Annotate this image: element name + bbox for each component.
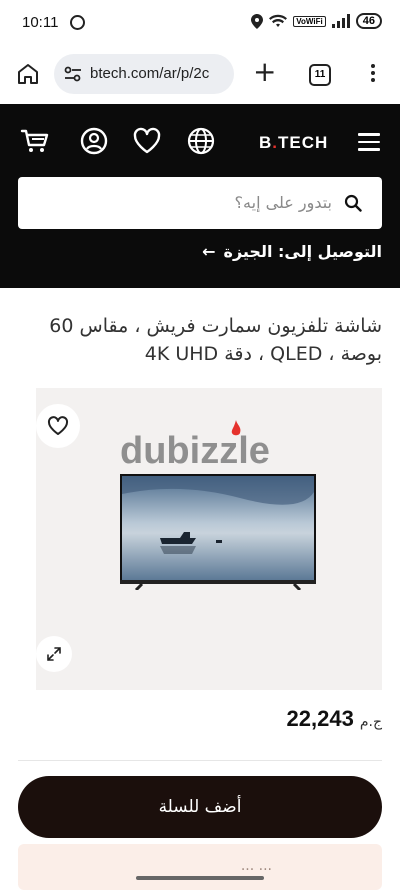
dubizzle-watermark: dubizzle xyxy=(120,430,270,472)
expand-icon xyxy=(47,647,61,661)
cart-icon[interactable] xyxy=(20,126,50,156)
delivery-location[interactable]: التوصيل إلى: الجيزة ← xyxy=(202,242,382,261)
expand-image-button[interactable] xyxy=(36,636,72,672)
home-icon[interactable] xyxy=(16,62,40,86)
wifi-icon xyxy=(269,14,288,27)
tab-switcher-button[interactable]: 11 xyxy=(309,64,331,86)
new-tab-button[interactable]: + xyxy=(253,58,276,86)
status-icons: VoWiFi 46 xyxy=(251,13,382,29)
address-bar[interactable]: btech.com/ar/p/2c xyxy=(54,54,234,94)
heart-icon[interactable] xyxy=(132,126,162,156)
browser-toolbar: btech.com/ar/p/2c + 11 xyxy=(0,46,400,104)
heart-icon xyxy=(47,416,69,435)
site-settings-icon[interactable] xyxy=(64,66,82,82)
delivery-text: التوصيل إلى: الجيزة xyxy=(223,242,383,261)
product-price: ج.م 22,243 xyxy=(287,706,382,732)
hamburger-icon[interactable] xyxy=(358,133,380,156)
search-input[interactable]: بتدور على إيه؟ xyxy=(18,177,382,229)
account-icon[interactable] xyxy=(79,126,109,156)
status-bar: 10:11 VoWiFi 46 xyxy=(0,0,400,46)
arrow-left-icon: ← xyxy=(202,242,216,261)
bottom-banner-text: ... ... xyxy=(240,858,272,874)
signal-icon xyxy=(331,14,350,28)
bottom-banner: ... ... xyxy=(18,844,382,890)
site-header: B.TECH بتدور على إيه؟ التوصيل إلى: الجيز… xyxy=(0,104,400,288)
btech-logo[interactable]: B.TECH xyxy=(259,133,328,153)
globe-icon[interactable] xyxy=(186,126,216,156)
search-icon[interactable] xyxy=(344,194,362,212)
price-currency: ج.م xyxy=(359,714,382,730)
product-image-gallery[interactable]: dubizzle xyxy=(36,388,382,690)
gesture-bar xyxy=(136,876,264,880)
divider xyxy=(18,760,382,761)
price-value: 22,243 xyxy=(286,706,354,731)
add-to-cart-button[interactable]: أضف للسلة xyxy=(18,776,382,838)
status-time: 10:11 xyxy=(22,14,59,31)
add-to-wishlist-button[interactable] xyxy=(36,404,80,448)
vowifi-label: VoWiFi xyxy=(293,15,326,27)
whatsapp-icon xyxy=(70,15,85,30)
product-title: شاشة تلفزيون سمارت فريش ، مقاس 60 بوصة ،… xyxy=(49,315,382,365)
flame-icon xyxy=(231,420,241,436)
url-text[interactable]: btech.com/ar/p/2c xyxy=(90,65,230,82)
battery-icon: 46 xyxy=(355,13,382,29)
browser-menu-button[interactable] xyxy=(370,64,376,86)
search-placeholder: بتدور على إيه؟ xyxy=(234,193,332,212)
product-tv-image xyxy=(120,474,316,590)
location-icon xyxy=(251,13,264,29)
